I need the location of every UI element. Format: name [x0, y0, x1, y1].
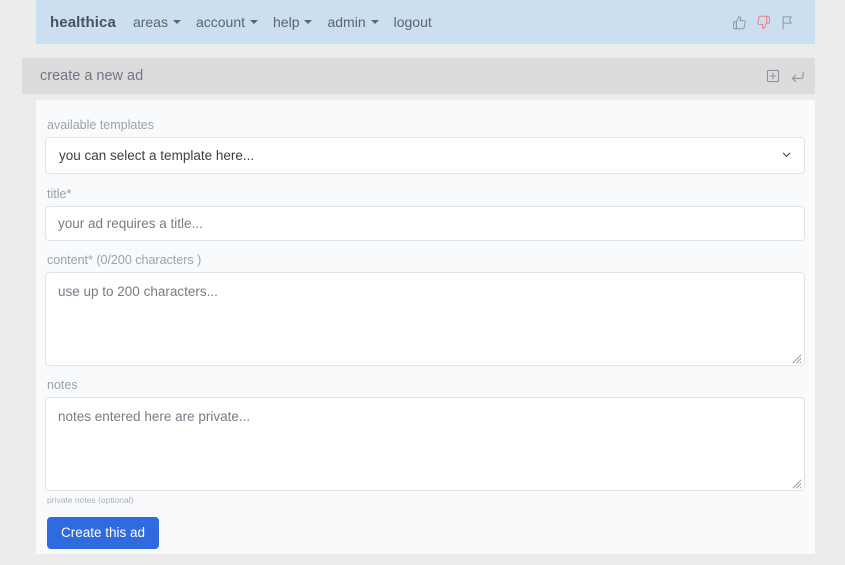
chevron-down-icon — [304, 20, 313, 24]
field-available-templates: available templates you can select a tem… — [45, 118, 806, 174]
enter-return-icon[interactable] — [790, 69, 805, 84]
page-header-bar: create a new ad — [22, 58, 815, 94]
chevron-down-icon — [172, 20, 181, 24]
title-label: title* — [47, 187, 72, 201]
main-navbar: healthica areas account help admin logou… — [36, 0, 815, 44]
content-label: content* (0/200 characters ) — [47, 253, 202, 267]
thumbs-up-icon[interactable] — [732, 15, 747, 30]
available-templates-label: available templates — [47, 118, 155, 132]
navbar-icon-group — [732, 15, 801, 30]
content-textarea-wrapper — [45, 272, 805, 366]
nav-item-label: admin — [327, 14, 366, 30]
content-textarea[interactable] — [45, 272, 805, 366]
nav-item-admin[interactable]: admin — [327, 14, 379, 30]
template-select[interactable]: you can select a template here... — [45, 137, 805, 174]
page-header-actions — [766, 69, 805, 84]
add-box-icon[interactable] — [766, 69, 780, 83]
template-select-wrapper: you can select a template here... — [45, 137, 805, 174]
nav-item-label: help — [273, 14, 300, 30]
notes-help-text: private notes (optional) — [47, 495, 134, 505]
nav-item-account[interactable]: account — [195, 14, 259, 30]
notes-label: notes — [47, 378, 78, 392]
field-notes: notes private notes (optional) — [45, 378, 806, 505]
flag-icon[interactable] — [780, 15, 795, 30]
nav-item-label: logout — [393, 14, 432, 30]
notes-textarea-wrapper — [45, 397, 805, 491]
nav-item-label: account — [195, 14, 246, 30]
chevron-down-icon — [250, 20, 259, 24]
field-content: content* (0/200 characters ) — [45, 253, 806, 366]
nav-item-label: areas — [132, 14, 168, 30]
title-input[interactable] — [45, 206, 805, 241]
page-title: create a new ad — [40, 68, 144, 84]
nav-item-logout[interactable]: logout — [394, 14, 432, 30]
field-title: title* — [45, 187, 806, 241]
chevron-down-icon — [370, 20, 379, 24]
nav-item-areas[interactable]: areas — [133, 14, 181, 30]
brand-logo[interactable]: healthica — [50, 14, 116, 31]
notes-textarea[interactable] — [45, 397, 805, 491]
thumbs-down-icon[interactable] — [756, 15, 771, 30]
create-ad-button[interactable]: Create this ad — [47, 517, 160, 549]
nav-item-help[interactable]: help — [273, 14, 313, 30]
create-ad-form-card: available templates you can select a tem… — [36, 100, 815, 554]
